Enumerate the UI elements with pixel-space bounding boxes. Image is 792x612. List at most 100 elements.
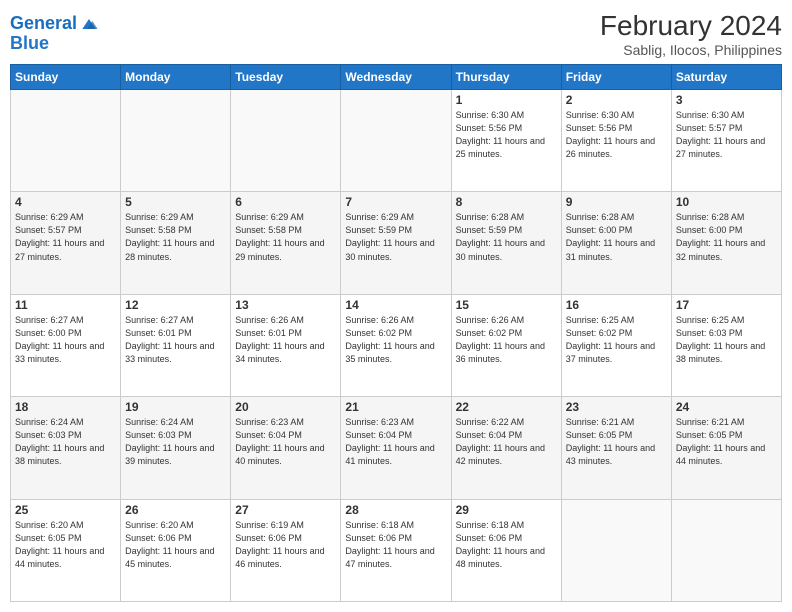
title-block: February 2024 Sablig, Ilocos, Philippine… xyxy=(600,10,782,58)
day-number: 15 xyxy=(456,298,557,312)
col-header-sunday: Sunday xyxy=(11,65,121,90)
day-info: Sunrise: 6:19 AM Sunset: 6:06 PM Dayligh… xyxy=(235,519,336,571)
day-number: 12 xyxy=(125,298,226,312)
day-info: Sunrise: 6:18 AM Sunset: 6:06 PM Dayligh… xyxy=(456,519,557,571)
calendar-table: SundayMondayTuesdayWednesdayThursdayFrid… xyxy=(10,64,782,602)
calendar-cell: 25 Sunrise: 6:20 AM Sunset: 6:05 PM Dayli… xyxy=(11,499,121,601)
calendar-cell: 19 Sunrise: 6:24 AM Sunset: 6:03 PM Dayli… xyxy=(121,397,231,499)
calendar-cell: 11 Sunrise: 6:27 AM Sunset: 6:00 PM Dayli… xyxy=(11,294,121,396)
day-info: Sunrise: 6:30 AM Sunset: 5:56 PM Dayligh… xyxy=(566,109,667,161)
logo: General Blue xyxy=(10,14,99,54)
subtitle: Sablig, Ilocos, Philippines xyxy=(600,42,782,58)
day-info: Sunrise: 6:26 AM Sunset: 6:02 PM Dayligh… xyxy=(456,314,557,366)
calendar-cell xyxy=(121,90,231,192)
day-number: 8 xyxy=(456,195,557,209)
calendar-cell: 8 Sunrise: 6:28 AM Sunset: 5:59 PM Daylig… xyxy=(451,192,561,294)
day-info: Sunrise: 6:28 AM Sunset: 6:00 PM Dayligh… xyxy=(566,211,667,263)
calendar-cell: 7Sunrise: 6:29 AM Sunset: 5:59 PM Daylig… xyxy=(341,192,451,294)
col-header-friday: Friday xyxy=(561,65,671,90)
calendar-cell: 12Sunrise: 6:27 AM Sunset: 6:01 PM Dayli… xyxy=(121,294,231,396)
day-number: 20 xyxy=(235,400,336,414)
calendar-cell: 3Sunrise: 6:30 AM Sunset: 5:57 PM Daylig… xyxy=(671,90,781,192)
day-info: Sunrise: 6:26 AM Sunset: 6:01 PM Dayligh… xyxy=(235,314,336,366)
header-row: SundayMondayTuesdayWednesdayThursdayFrid… xyxy=(11,65,782,90)
day-info: Sunrise: 6:29 AM Sunset: 5:58 PM Dayligh… xyxy=(125,211,226,263)
week-row-1: 1Sunrise: 6:30 AM Sunset: 5:56 PM Daylig… xyxy=(11,90,782,192)
day-number: 13 xyxy=(235,298,336,312)
week-row-4: 18 Sunrise: 6:24 AM Sunset: 6:03 PM Dayli… xyxy=(11,397,782,499)
day-number: 17 xyxy=(676,298,777,312)
calendar-cell: 9Sunrise: 6:28 AM Sunset: 6:00 PM Daylig… xyxy=(561,192,671,294)
week-row-3: 11 Sunrise: 6:27 AM Sunset: 6:00 PM Dayli… xyxy=(11,294,782,396)
calendar-cell: 22 Sunrise: 6:22 AM Sunset: 6:04 PM Dayli… xyxy=(451,397,561,499)
calendar-cell: 17 Sunrise: 6:25 AM Sunset: 6:03 PM Dayli… xyxy=(671,294,781,396)
day-number: 22 xyxy=(456,400,557,414)
day-number: 23 xyxy=(566,400,667,414)
calendar-cell: 5Sunrise: 6:29 AM Sunset: 5:58 PM Daylig… xyxy=(121,192,231,294)
day-info: Sunrise: 6:28 AM Sunset: 5:59 PM Dayligh… xyxy=(456,211,557,263)
main-title: February 2024 xyxy=(600,10,782,42)
calendar-cell: 15 Sunrise: 6:26 AM Sunset: 6:02 PM Dayli… xyxy=(451,294,561,396)
logo-text2: Blue xyxy=(10,34,99,54)
day-info: Sunrise: 6:23 AM Sunset: 6:04 PM Dayligh… xyxy=(345,416,446,468)
col-header-thursday: Thursday xyxy=(451,65,561,90)
calendar-cell: 23 Sunrise: 6:21 AM Sunset: 6:05 PM Dayli… xyxy=(561,397,671,499)
calendar-cell: 4 Sunrise: 6:29 AM Sunset: 5:57 PM Daylig… xyxy=(11,192,121,294)
day-info: Sunrise: 6:29 AM Sunset: 5:58 PM Dayligh… xyxy=(235,211,336,263)
day-info: Sunrise: 6:26 AM Sunset: 6:02 PM Dayligh… xyxy=(345,314,446,366)
day-number: 11 xyxy=(15,298,116,312)
calendar-cell: 24 Sunrise: 6:21 AM Sunset: 6:05 PM Dayli… xyxy=(671,397,781,499)
day-number: 16 xyxy=(566,298,667,312)
calendar-cell xyxy=(561,499,671,601)
day-info: Sunrise: 6:22 AM Sunset: 6:04 PM Dayligh… xyxy=(456,416,557,468)
week-row-5: 25 Sunrise: 6:20 AM Sunset: 6:05 PM Dayli… xyxy=(11,499,782,601)
col-header-tuesday: Tuesday xyxy=(231,65,341,90)
header: General Blue February 2024 Sablig, Iloco… xyxy=(10,10,782,58)
day-number: 24 xyxy=(676,400,777,414)
calendar-cell xyxy=(341,90,451,192)
day-info: Sunrise: 6:29 AM Sunset: 5:57 PM Dayligh… xyxy=(15,211,116,263)
calendar-cell: 2 Sunrise: 6:30 AM Sunset: 5:56 PM Daylig… xyxy=(561,90,671,192)
calendar-cell xyxy=(671,499,781,601)
day-number: 21 xyxy=(345,400,446,414)
day-number: 2 xyxy=(566,93,667,107)
day-info: Sunrise: 6:20 AM Sunset: 6:06 PM Dayligh… xyxy=(125,519,226,571)
day-number: 14 xyxy=(345,298,446,312)
day-number: 28 xyxy=(345,503,446,517)
calendar-cell: 29Sunrise: 6:18 AM Sunset: 6:06 PM Dayli… xyxy=(451,499,561,601)
day-info: Sunrise: 6:18 AM Sunset: 6:06 PM Dayligh… xyxy=(345,519,446,571)
calendar-cell: 6Sunrise: 6:29 AM Sunset: 5:58 PM Daylig… xyxy=(231,192,341,294)
day-number: 26 xyxy=(125,503,226,517)
col-header-monday: Monday xyxy=(121,65,231,90)
day-info: Sunrise: 6:28 AM Sunset: 6:00 PM Dayligh… xyxy=(676,211,777,263)
day-number: 25 xyxy=(15,503,116,517)
day-number: 18 xyxy=(15,400,116,414)
page: General Blue February 2024 Sablig, Iloco… xyxy=(0,0,792,612)
day-info: Sunrise: 6:20 AM Sunset: 6:05 PM Dayligh… xyxy=(15,519,116,571)
logo-icon xyxy=(79,14,99,34)
calendar-cell xyxy=(11,90,121,192)
day-number: 7 xyxy=(345,195,446,209)
calendar-cell: 10Sunrise: 6:28 AM Sunset: 6:00 PM Dayli… xyxy=(671,192,781,294)
calendar-cell: 14 Sunrise: 6:26 AM Sunset: 6:02 PM Dayli… xyxy=(341,294,451,396)
calendar-cell: 16Sunrise: 6:25 AM Sunset: 6:02 PM Dayli… xyxy=(561,294,671,396)
day-info: Sunrise: 6:27 AM Sunset: 6:00 PM Dayligh… xyxy=(15,314,116,366)
calendar-cell: 1Sunrise: 6:30 AM Sunset: 5:56 PM Daylig… xyxy=(451,90,561,192)
day-number: 3 xyxy=(676,93,777,107)
calendar-cell: 18 Sunrise: 6:24 AM Sunset: 6:03 PM Dayli… xyxy=(11,397,121,499)
day-info: Sunrise: 6:25 AM Sunset: 6:03 PM Dayligh… xyxy=(676,314,777,366)
day-info: Sunrise: 6:24 AM Sunset: 6:03 PM Dayligh… xyxy=(15,416,116,468)
day-info: Sunrise: 6:24 AM Sunset: 6:03 PM Dayligh… xyxy=(125,416,226,468)
calendar-cell: 27 Sunrise: 6:19 AM Sunset: 6:06 PM Dayli… xyxy=(231,499,341,601)
calendar-cell: 28 Sunrise: 6:18 AM Sunset: 6:06 PM Dayli… xyxy=(341,499,451,601)
day-info: Sunrise: 6:21 AM Sunset: 6:05 PM Dayligh… xyxy=(676,416,777,468)
day-number: 27 xyxy=(235,503,336,517)
day-number: 19 xyxy=(125,400,226,414)
day-info: Sunrise: 6:21 AM Sunset: 6:05 PM Dayligh… xyxy=(566,416,667,468)
calendar-cell: 20Sunrise: 6:23 AM Sunset: 6:04 PM Dayli… xyxy=(231,397,341,499)
calendar-cell: 13 Sunrise: 6:26 AM Sunset: 6:01 PM Dayli… xyxy=(231,294,341,396)
logo-text: General xyxy=(10,14,77,34)
day-info: Sunrise: 6:30 AM Sunset: 5:56 PM Dayligh… xyxy=(456,109,557,161)
day-number: 4 xyxy=(15,195,116,209)
col-header-wednesday: Wednesday xyxy=(341,65,451,90)
